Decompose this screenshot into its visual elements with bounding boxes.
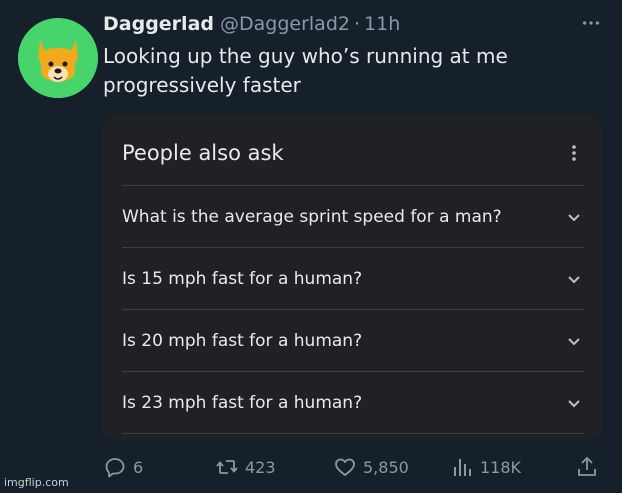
retweet-icon (216, 460, 238, 474)
action-bar: 6 423 5,850 118K (103, 452, 603, 482)
analytics-icon (454, 459, 471, 476)
reply-count: 6 (133, 457, 144, 477)
reply-button[interactable]: 6 (103, 452, 143, 482)
question-row[interactable]: What is the average sprint speed for a m… (122, 185, 584, 247)
more-horizontal-icon (582, 21, 600, 25)
people-also-ask-card[interactable]: People also ask What is the average spri… (102, 115, 602, 440)
kebab-menu-icon[interactable] (566, 143, 582, 163)
tweet-text: Looking up the guy who’s running at me p… (103, 42, 603, 100)
more-button[interactable] (578, 12, 604, 34)
question-text: Is 20 mph fast for a human? (122, 330, 363, 351)
question-row[interactable]: Is 23 mph fast for a human? (122, 371, 584, 433)
question-row[interactable]: Is 15 mph fast for a human? (122, 247, 584, 309)
handle[interactable]: @Daggerlad2 (220, 13, 350, 35)
question-text: What is the average sprint speed for a m… (122, 206, 502, 227)
question-text: Is 15 mph fast for a human? (122, 268, 363, 289)
heart-icon (335, 458, 355, 476)
share-icon (578, 456, 596, 476)
card-bottom-divider (122, 433, 584, 440)
avatar[interactable] (18, 18, 98, 98)
dog-avatar-icon (18, 18, 98, 98)
separator: · (353, 13, 361, 35)
retweet-count: 423 (245, 457, 276, 477)
question-text: Is 23 mph fast for a human? (122, 392, 363, 413)
chevron-down-icon (568, 399, 580, 407)
tweet-header: Daggerlad @Daggerlad2 · 11h (103, 10, 400, 38)
display-name[interactable]: Daggerlad (103, 13, 214, 35)
chevron-down-icon (568, 337, 580, 345)
question-row[interactable]: Is 20 mph fast for a human? (122, 309, 584, 371)
tweet-text-line-1: Looking up the guy who’s running at me (103, 44, 508, 68)
tweet-text-line-2: progressively faster (103, 73, 301, 97)
views-button[interactable]: 118K (450, 452, 521, 482)
like-count: 5,850 (363, 457, 409, 477)
watermark: imgflip.com (4, 476, 69, 489)
chevron-down-icon (568, 213, 580, 221)
view-count: 118K (480, 457, 522, 477)
retweet-button[interactable]: 423 (215, 452, 276, 482)
reply-icon (105, 458, 125, 478)
card-title: People also ask (122, 141, 284, 165)
share-button[interactable] (575, 452, 605, 482)
chevron-down-icon (568, 275, 580, 283)
like-button[interactable]: 5,850 (333, 452, 409, 482)
timestamp[interactable]: 11h (364, 13, 400, 35)
